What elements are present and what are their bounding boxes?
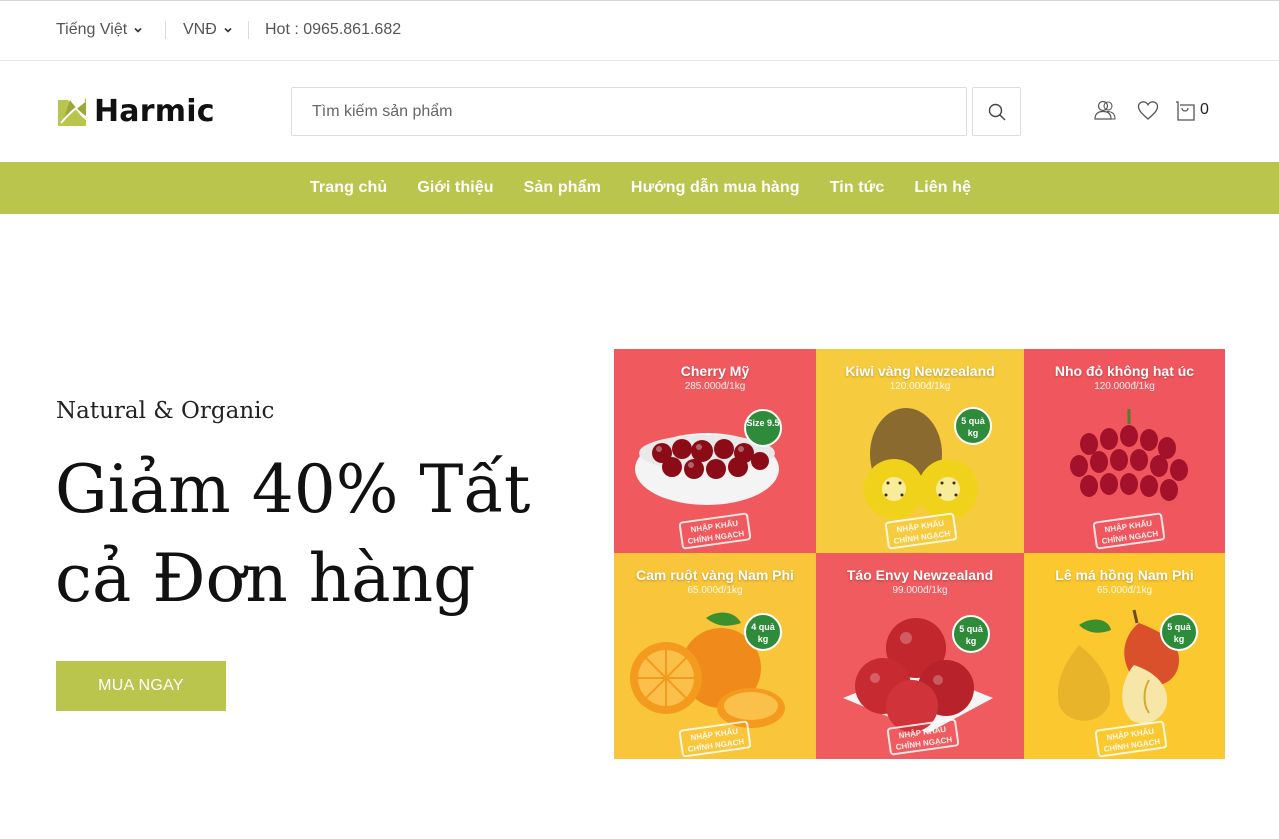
main-nav: Trang chủ Giới thiệu Sản phẩm Hướng dẫn …: [0, 162, 1279, 214]
tile-price: 285.000đ/1kg: [684, 381, 746, 392]
quantity-badge: 5 quả kg: [1160, 613, 1198, 651]
banner-tile-cherry: Cherry Mỹ 285.000đ/1kg Size 9.5 NHẬP KHẨ…: [614, 349, 816, 553]
currency-label: VNĐ: [183, 21, 217, 38]
tile-price: 65.000đ/1kg: [1096, 585, 1153, 596]
tile-price: 120.000đ/1kg: [1094, 381, 1155, 392]
cart-count: 0: [1200, 101, 1209, 118]
logo-text: Harmic: [94, 94, 215, 129]
shop-now-button[interactable]: MUA NGAY: [56, 661, 226, 711]
nav-item-products[interactable]: Sản phẩm: [524, 179, 601, 197]
banner-tile-grapes: Nho đỏ không hạt úc 120.000đ/1kg NHẬP KH…: [1024, 349, 1225, 553]
tile-price: 120.000đ/1kg: [889, 381, 951, 392]
leaf-logo-icon: [58, 97, 86, 126]
tile-price: 99.000đ/1kg: [892, 585, 948, 596]
cart-icon[interactable]: [1174, 100, 1196, 122]
tile-name: Lê má hồng Nam Phi: [1055, 567, 1194, 583]
divider: [248, 21, 249, 39]
banner-tile-apple: Táo Envy Newzealand 99.000đ/1kg 5 quả kg…: [816, 553, 1024, 759]
banner-tile-kiwi: Kiwi vàng Newzealand 120.000đ/1kg 5 quả …: [816, 349, 1024, 553]
hotline[interactable]: Hot : 0965.861.682: [265, 21, 401, 39]
tile-name: Nho đỏ không hạt úc: [1054, 363, 1195, 379]
logo[interactable]: Harmic: [56, 94, 215, 129]
language-label: Tiếng Việt: [56, 21, 128, 38]
heart-icon[interactable]: [1137, 100, 1159, 122]
tile-name: Cam ruột vàng Nam Phi: [636, 567, 794, 583]
chevron-down-icon: [134, 27, 142, 33]
hotline-text: Hot : 0965.861.682: [265, 21, 402, 38]
nav-item-about[interactable]: Giới thiệu: [417, 179, 493, 197]
language-selector[interactable]: Tiếng Việt: [56, 21, 143, 39]
tile-name: Táo Envy Newzealand: [846, 567, 994, 583]
tile-name: Kiwi vàng Newzealand: [845, 363, 995, 379]
search-button[interactable]: [972, 87, 1021, 136]
nav-item-news[interactable]: Tin tức: [830, 179, 885, 197]
banner-tile-orange: Cam ruột vàng Nam Phi 65.000đ/1kg 4 quả …: [614, 553, 816, 759]
header: Harmic 0: [0, 61, 1279, 162]
tile-name: Cherry Mỹ: [680, 363, 750, 379]
nav-item-contact[interactable]: Liên hệ: [914, 179, 971, 197]
search-box: [291, 87, 967, 136]
tile-price: 65.000đ/1kg: [687, 585, 743, 596]
import-stamp: NHẬP KHẨU CHÍNH NGẠCH: [678, 512, 752, 550]
user-icon[interactable]: [1093, 100, 1117, 122]
search-input[interactable]: [292, 88, 966, 135]
hero-title: Giảm 40% Tất cả Đơn hàng: [55, 451, 531, 617]
nav-item-shopping-guide[interactable]: Hướng dẫn mua hàng: [631, 179, 800, 197]
currency-selector[interactable]: VNĐ: [183, 21, 233, 39]
quantity-badge: 5 quả kg: [954, 407, 992, 445]
search-icon: [988, 103, 1005, 120]
nav-item-home[interactable]: Trang chủ: [310, 179, 387, 197]
divider: [165, 21, 166, 39]
chevron-down-icon: [224, 27, 232, 33]
quantity-badge: 4 quả kg: [744, 613, 782, 651]
quantity-badge: 5 quả kg: [952, 615, 990, 653]
top-bar: Tiếng Việt VNĐ Hot : 0965.861.682: [0, 4, 1279, 61]
banner-tile-pear: Lê má hồng Nam Phi 65.000đ/1kg 5 quả kg …: [1024, 553, 1225, 759]
hero-subtitle: Natural & Organic: [56, 398, 275, 424]
promo-banner[interactable]: Cherry Mỹ 285.000đ/1kg Size 9.5 NHẬP KHẨ…: [614, 349, 1225, 759]
grapes-image: [1070, 409, 1188, 501]
size-badge: Size 9.5: [744, 409, 782, 447]
